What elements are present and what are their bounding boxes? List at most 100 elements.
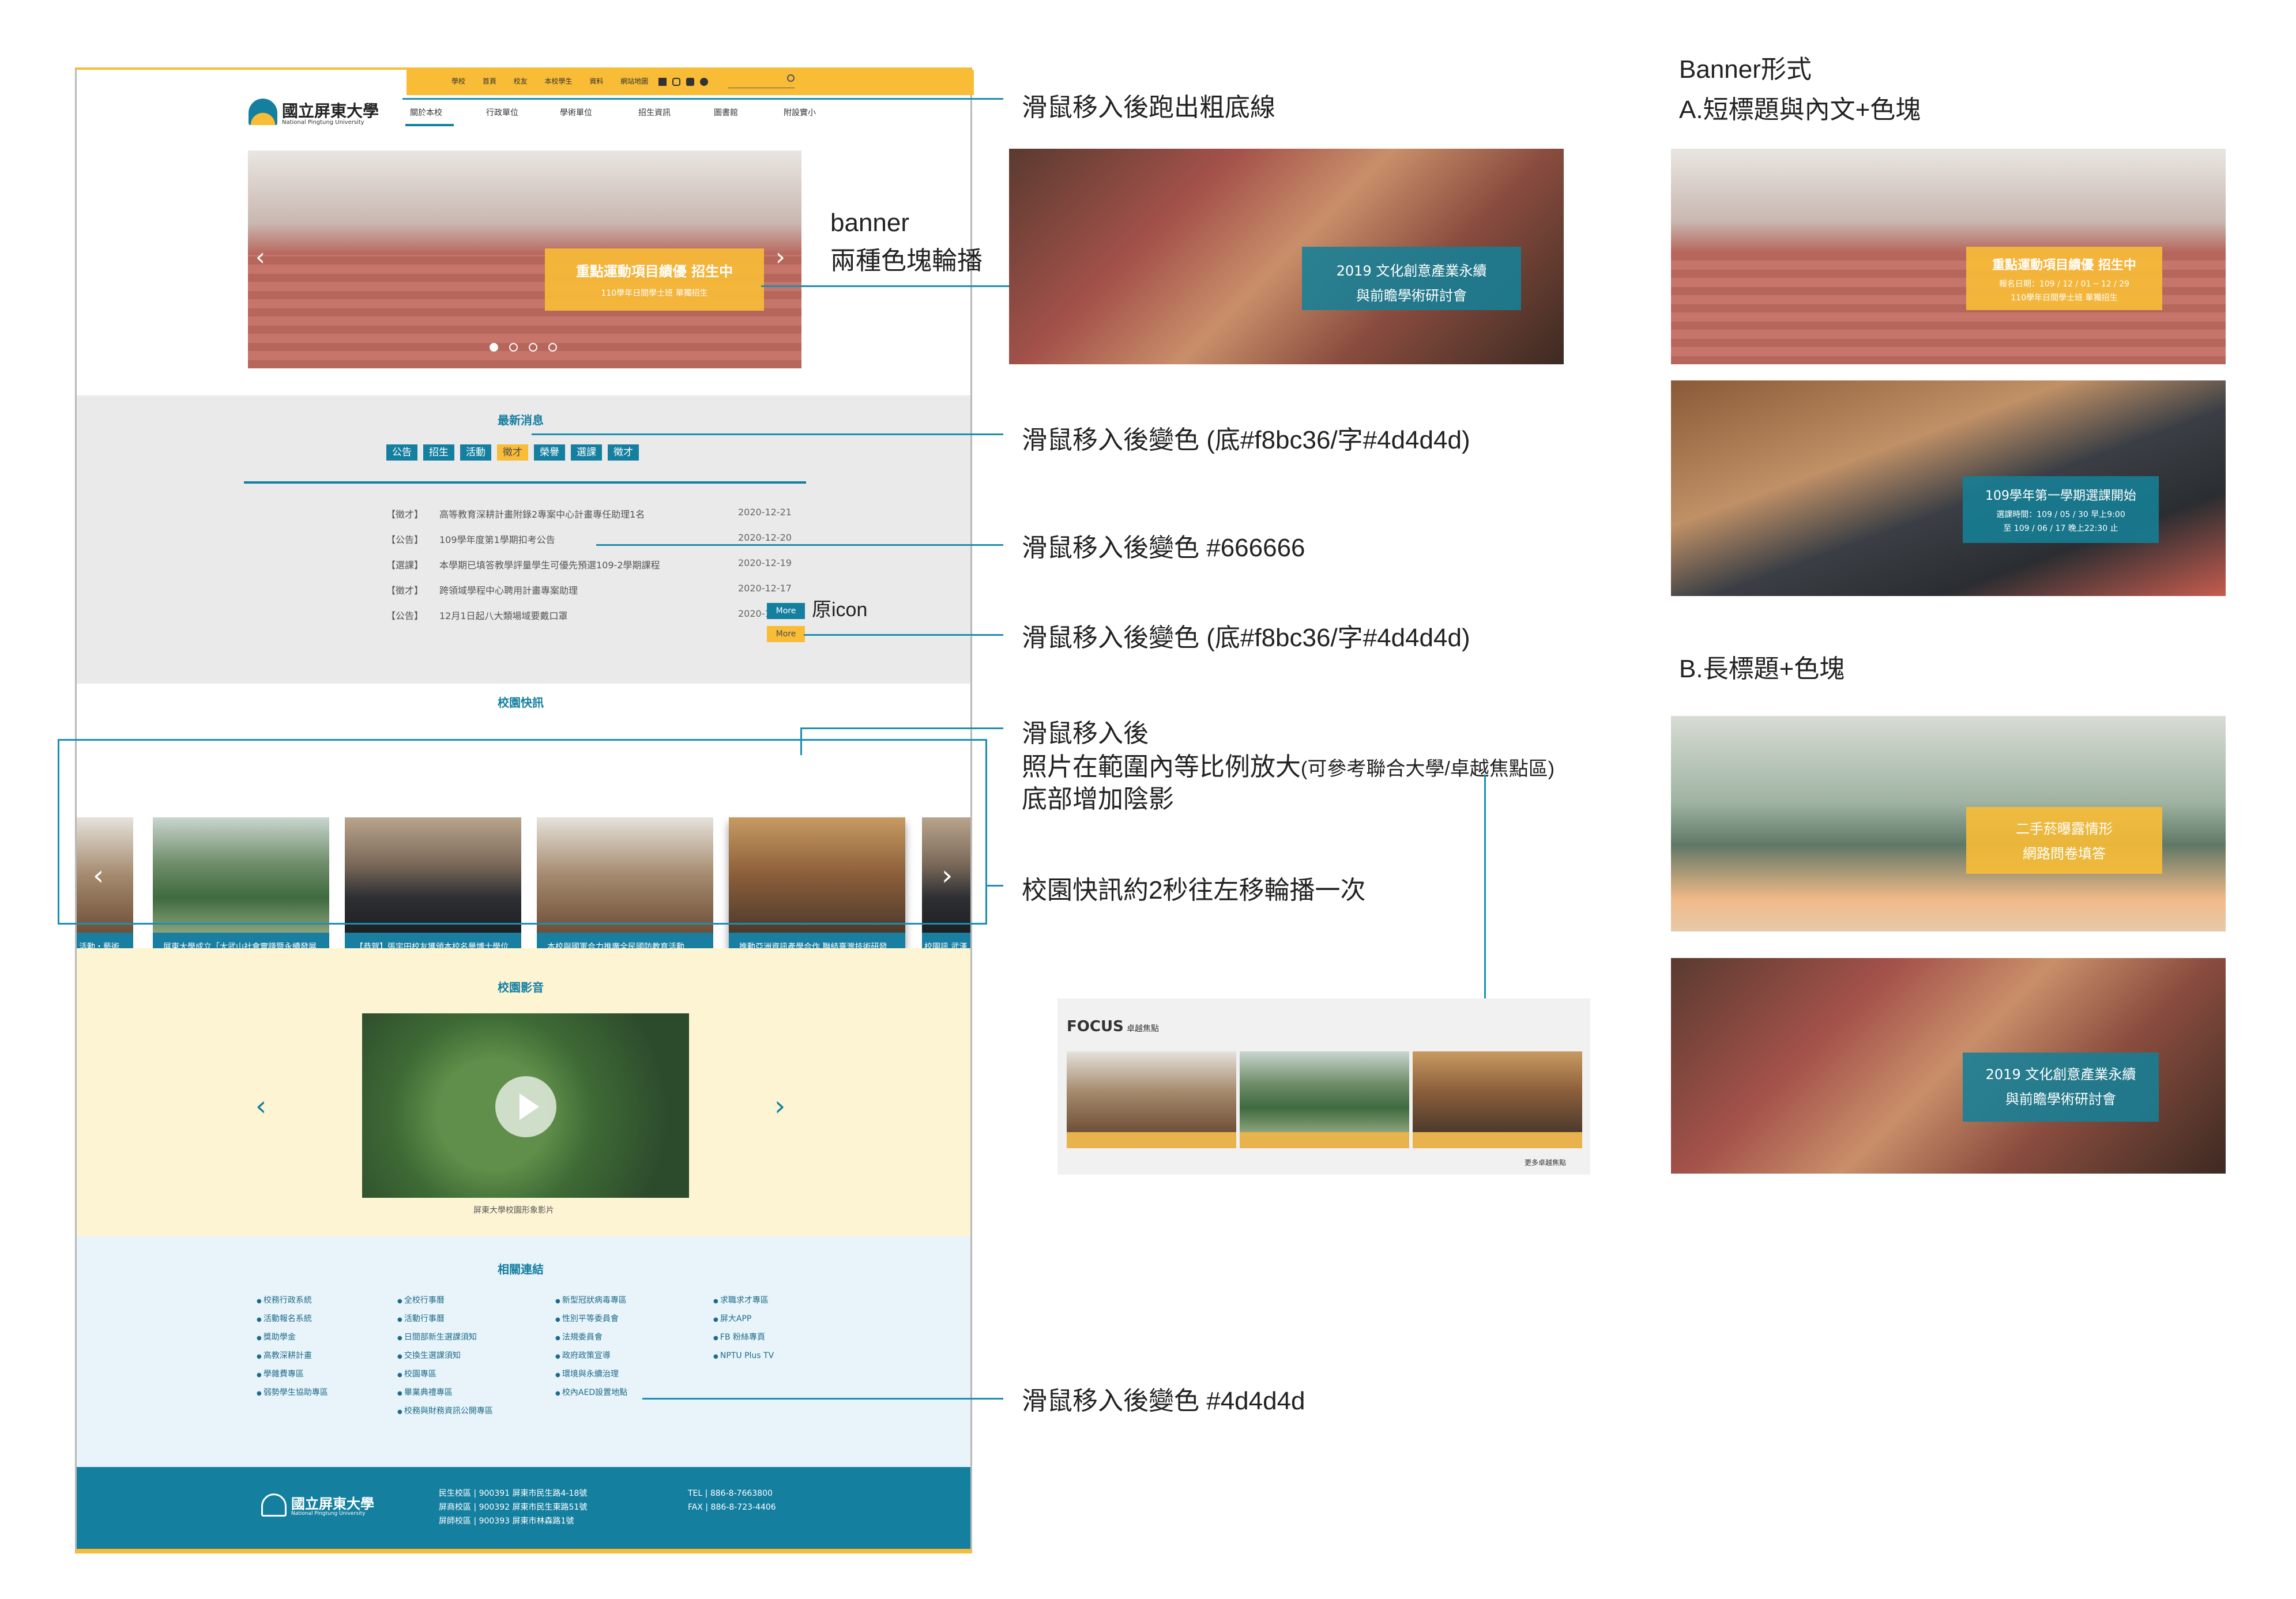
link-item[interactable]: FB 粉絲專頁 (713, 1329, 774, 1347)
footer-logo-subtitle: National Pingtung University (291, 1511, 366, 1517)
link-item[interactable]: 環境與永續治理 (555, 1366, 627, 1384)
facebook-icon[interactable] (658, 77, 667, 86)
video-caption: 屏東大學校園形象影片 (473, 1206, 554, 1215)
link-item[interactable]: 畢業典禮專區 (397, 1384, 493, 1402)
banner-sample-b2-caption: 2019 文化創意產業永續 與前瞻學術研討會 (1963, 1053, 2159, 1122)
video-next-arrow[interactable]: › (774, 1090, 785, 1122)
link-item[interactable]: 高教深耕計畫 (257, 1347, 328, 1366)
annotation-hero-2: 兩種色塊輪播 (830, 247, 983, 275)
link-item[interactable]: 政府政策宣導 (555, 1347, 627, 1366)
annotation-more: 滑鼠移入後變色 (底#f8bc36/字#4d4d4d) (1022, 624, 1470, 652)
footer-contact: TEL | 886-8-7663800 FAX | 886-8-723-4406 (688, 1489, 776, 1512)
hero-next-arrow[interactable]: › (776, 243, 785, 271)
logo-name[interactable]: 國立屏東大學 (282, 99, 379, 122)
top-link[interactable]: 本校學生 (545, 77, 573, 85)
news-tab[interactable]: 活動 (460, 444, 491, 461)
link-item[interactable]: 活動行事曆 (397, 1310, 493, 1329)
nav-item[interactable]: 招生資訊 (638, 107, 671, 118)
nav-item[interactable]: 關於本校 (410, 107, 442, 118)
banner-sample-b1-caption: 二手菸曝露情形 網路問卷填答 (1966, 807, 2162, 874)
top-links: 學校 首頁 校友 本校學生 資料 網站地圖 (451, 76, 708, 86)
links-heading: 相關連結 (498, 1262, 544, 1276)
focus-title: FOCUS (1067, 1018, 1124, 1035)
link-item[interactable]: 獎助學金 (257, 1329, 328, 1347)
focus-reference: FOCUS 卓越焦點 更多卓越焦點 (1057, 998, 1590, 1175)
hero-caption[interactable]: 重點運動項目績優 招生中 110學年日間學士班 單獨招生 (545, 248, 764, 311)
banner-form-b-label: B.長標題+色塊 (1679, 655, 1845, 683)
news-item[interactable]: 【公告】 109學年度第1學期扣考公告 2020-12-20 (386, 532, 792, 546)
link-item[interactable]: 性別平等委員會 (555, 1310, 627, 1329)
top-link[interactable]: 網站地圖 (620, 77, 648, 85)
news-tab-hover[interactable]: 徵才 (497, 444, 528, 461)
more-button-hover[interactable]: More (767, 626, 805, 642)
news-divider (244, 481, 806, 484)
link-item[interactable]: 校務行政系統 (257, 1292, 328, 1310)
top-link[interactable]: 學校 (451, 77, 465, 85)
footer-logo-name: 國立屏東大學 (291, 1495, 374, 1512)
annotation-tab: 滑鼠移入後變色 (底#f8bc36/字#4d4d4d) (1022, 426, 1470, 454)
hero-dot[interactable] (490, 343, 498, 352)
top-link[interactable]: 校友 (514, 77, 528, 85)
main-nav: 關於本校 行政單位 學術單位 招生資訊 圖書館 附設實小 (405, 107, 867, 130)
more-button[interactable]: More (767, 603, 805, 619)
link-item[interactable]: 法規委員會 (555, 1329, 627, 1347)
hero-dot[interactable] (548, 343, 558, 352)
hero-prev-arrow[interactable]: ‹ (255, 243, 265, 271)
news-item[interactable]: 【徵才】 跨領域學程中心聘用計畫專案助理 2020-12-17 (386, 583, 792, 597)
news-tab[interactable]: 選課 (571, 444, 602, 461)
news-item[interactable]: 【徵才】 高等教育深耕計畫附錄2專案中心計畫專任助理1名 2020-12-21 (386, 507, 792, 521)
links-col-1: 校務行政系統活動報名系統獎助學金高教深耕計畫學雜費專區弱勢學生協助專區 (257, 1292, 328, 1402)
link-item[interactable]: 弱勢學生協助專區 (257, 1384, 328, 1402)
news-item[interactable]: 【公告】 12月1日起八大類場域要戴口罩 2020-12-16 (386, 608, 792, 622)
link-item[interactable]: 校務與財務資訊公開專區 (397, 1402, 493, 1421)
link-item[interactable]: 活動報名系統 (257, 1310, 328, 1329)
top-link[interactable]: 首頁 (483, 77, 496, 85)
hero-dot[interactable] (509, 343, 518, 352)
nav-active-underline (405, 124, 454, 126)
link-item[interactable]: NPTU Plus TV (713, 1347, 774, 1366)
news-heading: 最新消息 (498, 413, 544, 427)
nav-item[interactable]: 行政單位 (486, 107, 518, 118)
link-item[interactable]: 求職求才專區 (713, 1292, 774, 1310)
links-col-2: 全校行事曆活動行事曆日間部新生選課須知交換生選課須知校園專區畢業典禮專區校務與財… (397, 1292, 493, 1421)
link-item[interactable]: 校內AED設置地點 (555, 1384, 627, 1402)
campus-news-heading: 校園快訊 (498, 696, 544, 710)
footer-campus: 民生校區 | 900391 屏東市民生路4-18號 屏商校區 | 900392 屏… (439, 1489, 588, 1526)
banner-forms-title: Banner形式 (1679, 55, 1812, 84)
link-item[interactable]: 新型冠狀病毒專區 (555, 1292, 627, 1310)
hero-alt-caption: 2019 文化創意產業永續 與前瞻學術研討會 (1302, 247, 1521, 310)
link-item[interactable]: 屏大APP (713, 1310, 774, 1329)
annotation-news-item: 滑鼠移入後變色 #666666 (1022, 534, 1305, 562)
instagram-icon[interactable] (672, 77, 680, 86)
annotation-nav: 滑鼠移入後跑出粗底線 (1022, 93, 1275, 122)
youtube-icon[interactable] (686, 77, 694, 86)
nav-item[interactable]: 學術單位 (560, 107, 592, 118)
annotation-line (642, 1398, 1003, 1400)
search-input[interactable] (728, 80, 795, 88)
news-tab[interactable]: 榮譽 (534, 444, 565, 461)
annotation-photo-2: 照片在範圍內等比例放大(可參考聯合大學/卓越焦點區) (1022, 753, 1555, 781)
news-tab[interactable]: 招生 (423, 444, 454, 461)
news-tab[interactable]: 徵才 (608, 444, 639, 461)
top-link[interactable]: 資料 (589, 77, 603, 85)
hero-subtitle: 110學年日間學士班 單獨招生 (601, 289, 708, 298)
nav-item[interactable]: 圖書館 (714, 107, 738, 118)
line-icon[interactable] (699, 77, 708, 86)
link-item[interactable]: 全校行事曆 (397, 1292, 493, 1310)
link-item[interactable]: 校園專區 (397, 1366, 493, 1384)
search-icon[interactable] (787, 74, 795, 82)
focus-card (1067, 1051, 1236, 1148)
nav-item[interactable]: 附設實小 (784, 107, 816, 118)
links-col-3: 新型冠狀病毒專區性別平等委員會法規委員會政府政策宣導環境與永續治理校內AED設置… (555, 1292, 627, 1402)
footer-logo-mark (261, 1494, 287, 1517)
news-item[interactable]: 【選課】 本學期已填答教學評量學生可優先預選109-2學期課程 2020-12-19 (386, 557, 792, 571)
logo-mark[interactable] (249, 99, 277, 125)
video-prev-arrow[interactable]: ‹ (255, 1090, 266, 1122)
hero-dot[interactable] (529, 343, 538, 352)
link-item[interactable]: 交換生選課須知 (397, 1347, 493, 1366)
link-item[interactable]: 日間部新生選課須知 (397, 1329, 493, 1347)
link-item[interactable]: 學雜費專區 (257, 1366, 328, 1384)
focus-card (1413, 1051, 1582, 1148)
news-tab[interactable]: 公告 (386, 444, 417, 461)
annotation-photo-3: 底部增加陰影 (1022, 785, 1174, 813)
